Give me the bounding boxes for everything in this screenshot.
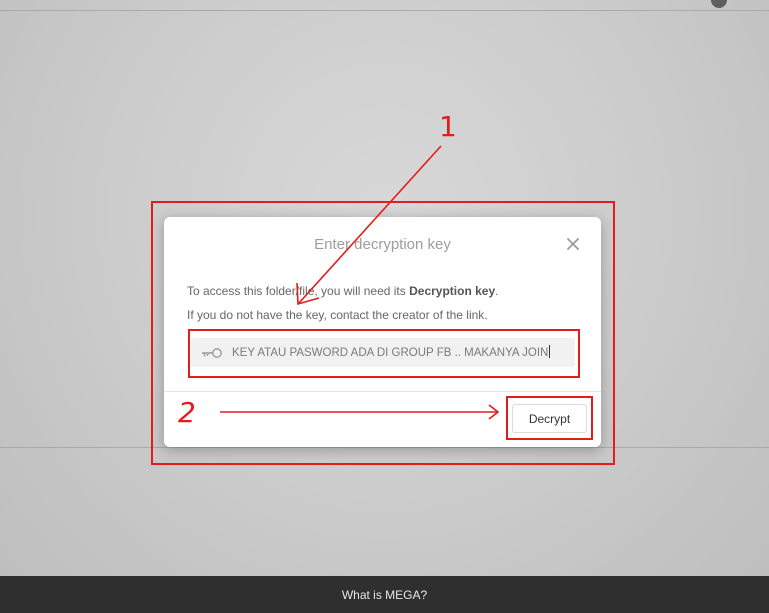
description-suffix: . <box>495 284 499 298</box>
annotation-label-1: 1 <box>439 110 457 143</box>
dialog-description-line-2: If you do not have the key, contact the … <box>187 308 488 322</box>
close-icon[interactable] <box>563 234 583 254</box>
key-input-value: KEY ATAU PASWORD ADA DI GROUP FB .. MAKA… <box>232 347 549 359</box>
footer-bar: What is MEGA? <box>0 576 769 613</box>
dialog-title: Enter decryption key <box>314 236 451 253</box>
top-right-icon[interactable] <box>711 0 727 8</box>
description-bold: Decryption key <box>409 284 496 298</box>
page: Enter decryption key To access this fold… <box>0 0 769 613</box>
top-divider <box>0 10 769 11</box>
dialog-footer-divider <box>164 391 601 392</box>
decrypt-button[interactable]: Decrypt <box>512 404 587 433</box>
decryption-key-field[interactable]: KEY ATAU PASWORD ADA DI GROUP FB .. MAKA… <box>191 338 575 367</box>
dialog-description-line-1: To access this folder/file, you will nee… <box>187 284 499 298</box>
decryption-key-input[interactable]: KEY ATAU PASWORD ADA DI GROUP FB .. MAKA… <box>232 345 551 359</box>
what-is-mega-link[interactable]: What is MEGA? <box>342 588 427 602</box>
description-prefix: To access this folder/file, you will nee… <box>187 284 410 298</box>
decryption-key-dialog: Enter decryption key To access this fold… <box>164 217 601 447</box>
content-divider <box>0 447 769 448</box>
text-caret <box>549 345 551 358</box>
key-icon <box>202 348 222 358</box>
